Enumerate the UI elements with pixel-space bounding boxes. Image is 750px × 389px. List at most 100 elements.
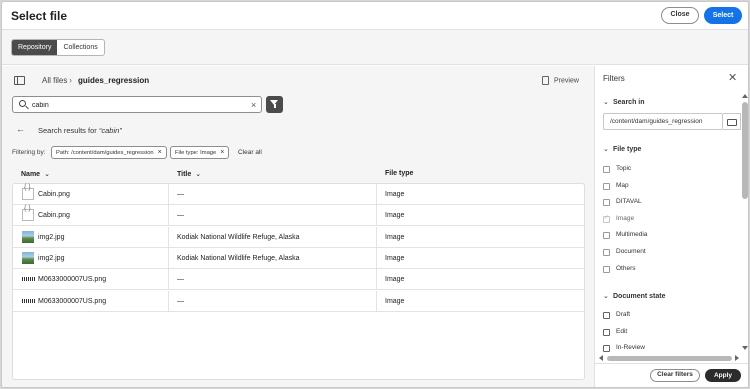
- cell-name: Cabin.png: [38, 191, 70, 198]
- dialog-title: Select file: [11, 9, 68, 23]
- chevron-down-icon: ⌄: [603, 293, 609, 300]
- dialog-header: Select file Close Select: [2, 2, 748, 30]
- cell-title: Kodiak National Wildlife Refuge, Alaska: [177, 254, 300, 262]
- search-query: “cabin”: [98, 126, 122, 135]
- results-table: Cabin.png — Image Cabin.png — Image img2.jpg Ko…: [12, 183, 585, 380]
- checkbox[interactable]: [603, 199, 610, 207]
- file-thumbnail: [22, 230, 34, 243]
- sort-chevron-icon: ⌄: [195, 171, 202, 178]
- column-header-title[interactable]: Title ⌄: [177, 170, 201, 178]
- file-thumbnail: [22, 251, 34, 264]
- filter-chip-filetype: File type: Image ×: [170, 146, 230, 159]
- checkbox-label: Map: [616, 181, 629, 189]
- chevron-down-icon: ⌄: [603, 99, 609, 106]
- browser-pane: All files › guides_regression Preview × …: [2, 66, 594, 387]
- apply-button[interactable]: Apply: [705, 369, 741, 382]
- cell-name: img2.jpg: [38, 254, 65, 262]
- tab-repository[interactable]: Repository: [12, 40, 58, 55]
- remove-chip-icon[interactable]: ×: [220, 149, 224, 156]
- file-thumbnail: [22, 277, 35, 282]
- checkbox-label: DITAVAL: [616, 198, 642, 206]
- cell-title: —: [177, 191, 184, 198]
- search-in-path-field[interactable]: /content/dam/guides_regression: [603, 113, 723, 130]
- search-field: ×: [12, 96, 262, 113]
- cell-name: M0633000007US.png: [38, 297, 107, 305]
- tab-collections[interactable]: Collections: [57, 40, 103, 55]
- cell-file-type: Image: [385, 254, 405, 262]
- checkbox[interactable]: [603, 232, 610, 240]
- breadcrumb-all-files[interactable]: All files: [42, 76, 67, 85]
- breadcrumb-current: guides_regression: [78, 76, 150, 85]
- checkbox[interactable]: [603, 166, 610, 173]
- search-input[interactable]: [32, 99, 232, 111]
- checkbox[interactable]: [603, 328, 610, 336]
- remove-chip-icon[interactable]: ×: [158, 149, 162, 156]
- section-document-state[interactable]: ⌄ Document state: [603, 292, 666, 300]
- cell-file-type: Image: [385, 191, 405, 198]
- checkbox-label: Topic: [616, 165, 632, 172]
- checkbox-label: Edit: [616, 327, 628, 335]
- table-row[interactable]: img2.jpg Kodiak National Wildlife Refuge,…: [13, 226, 584, 248]
- filter-toggle-button[interactable]: [266, 96, 283, 113]
- cell-title: —: [177, 212, 184, 220]
- table-row[interactable]: M0633000007US.png — Image: [13, 290, 584, 312]
- preview-label: Preview: [554, 77, 579, 85]
- select-button[interactable]: Select: [704, 7, 742, 24]
- checkbox-label: In-Review: [616, 344, 645, 352]
- clear-search-icon[interactable]: ×: [251, 100, 256, 110]
- filter-chip-path: Path: /content/dam/guides_regression ×: [51, 146, 167, 159]
- select-file-dialog: Select file Close Select Repository Coll…: [1, 1, 749, 388]
- checkbox-label: Multimedia: [616, 231, 648, 239]
- source-tabs-bar: Repository Collections: [2, 30, 748, 65]
- column-header-name[interactable]: Name ⌄: [21, 170, 50, 178]
- filters-footer: Clear filters Apply: [595, 363, 748, 387]
- cell-file-type: Image: [385, 212, 405, 220]
- close-filters-icon[interactable]: ✕: [728, 71, 737, 84]
- back-arrow-icon[interactable]: ←: [16, 124, 25, 134]
- folder-icon: [727, 119, 737, 126]
- filters-title: Filters: [603, 74, 625, 83]
- cell-name: img2.jpg: [38, 233, 65, 241]
- checkbox-label: Document: [616, 248, 646, 255]
- clear-filters-button[interactable]: Clear filters: [650, 369, 700, 382]
- checkbox[interactable]: [603, 214, 610, 223]
- checkbox[interactable]: [603, 345, 610, 353]
- section-search-in[interactable]: ⌄ Search in: [603, 98, 645, 106]
- filtering-by-label: Filtering by:: [12, 149, 46, 156]
- checkbox[interactable]: [603, 249, 610, 256]
- cell-file-type: Image: [385, 276, 405, 284]
- table-row[interactable]: img2.jpg Kodiak National Wildlife Refuge,…: [13, 247, 584, 269]
- clear-all-link[interactable]: Clear all: [238, 149, 262, 156]
- search-results-label: Search results for “cabin”: [38, 126, 122, 135]
- file-thumbnail: [22, 298, 35, 303]
- cell-name: Cabin.png: [38, 212, 70, 220]
- filters-vertical-scrollbar[interactable]: [742, 94, 748, 352]
- checkbox-label: Others: [616, 264, 636, 272]
- browse-folder-button[interactable]: [723, 113, 741, 130]
- table-row[interactable]: Cabin.png — Image: [13, 205, 584, 227]
- filters-horizontal-scrollbar[interactable]: [599, 355, 739, 361]
- checkbox[interactable]: [603, 182, 610, 190]
- cell-title: —: [177, 276, 184, 284]
- checkbox-label: Draft: [616, 311, 631, 318]
- document-icon: [542, 76, 549, 85]
- checkbox[interactable]: [603, 312, 610, 319]
- cell-name: M0633000007US.png: [38, 276, 107, 284]
- checkbox[interactable]: [603, 265, 610, 273]
- checkbox-label: Image: [616, 214, 635, 222]
- section-file-type[interactable]: ⌄ File type: [603, 145, 641, 153]
- table-row[interactable]: M0633000007US.png — Image: [13, 269, 584, 291]
- preview-button[interactable]: Preview: [542, 76, 579, 85]
- chevron-down-icon: ⌄: [603, 146, 609, 153]
- sort-chevron-icon: ⌄: [44, 171, 50, 178]
- cell-title: —: [177, 297, 184, 305]
- table-row[interactable]: Cabin.png — Image: [13, 184, 584, 205]
- cell-file-type: Image: [385, 297, 405, 305]
- cell-title: Kodiak National Wildlife Refuge, Alaska: [177, 233, 300, 241]
- close-button[interactable]: Close: [661, 7, 699, 24]
- search-icon: [19, 100, 26, 107]
- file-thumbnail: [22, 184, 34, 200]
- source-tabs: Repository Collections: [11, 39, 105, 56]
- breadcrumb-chevron-icon: ›: [69, 75, 72, 85]
- sidebar-toggle-icon[interactable]: [14, 76, 25, 85]
